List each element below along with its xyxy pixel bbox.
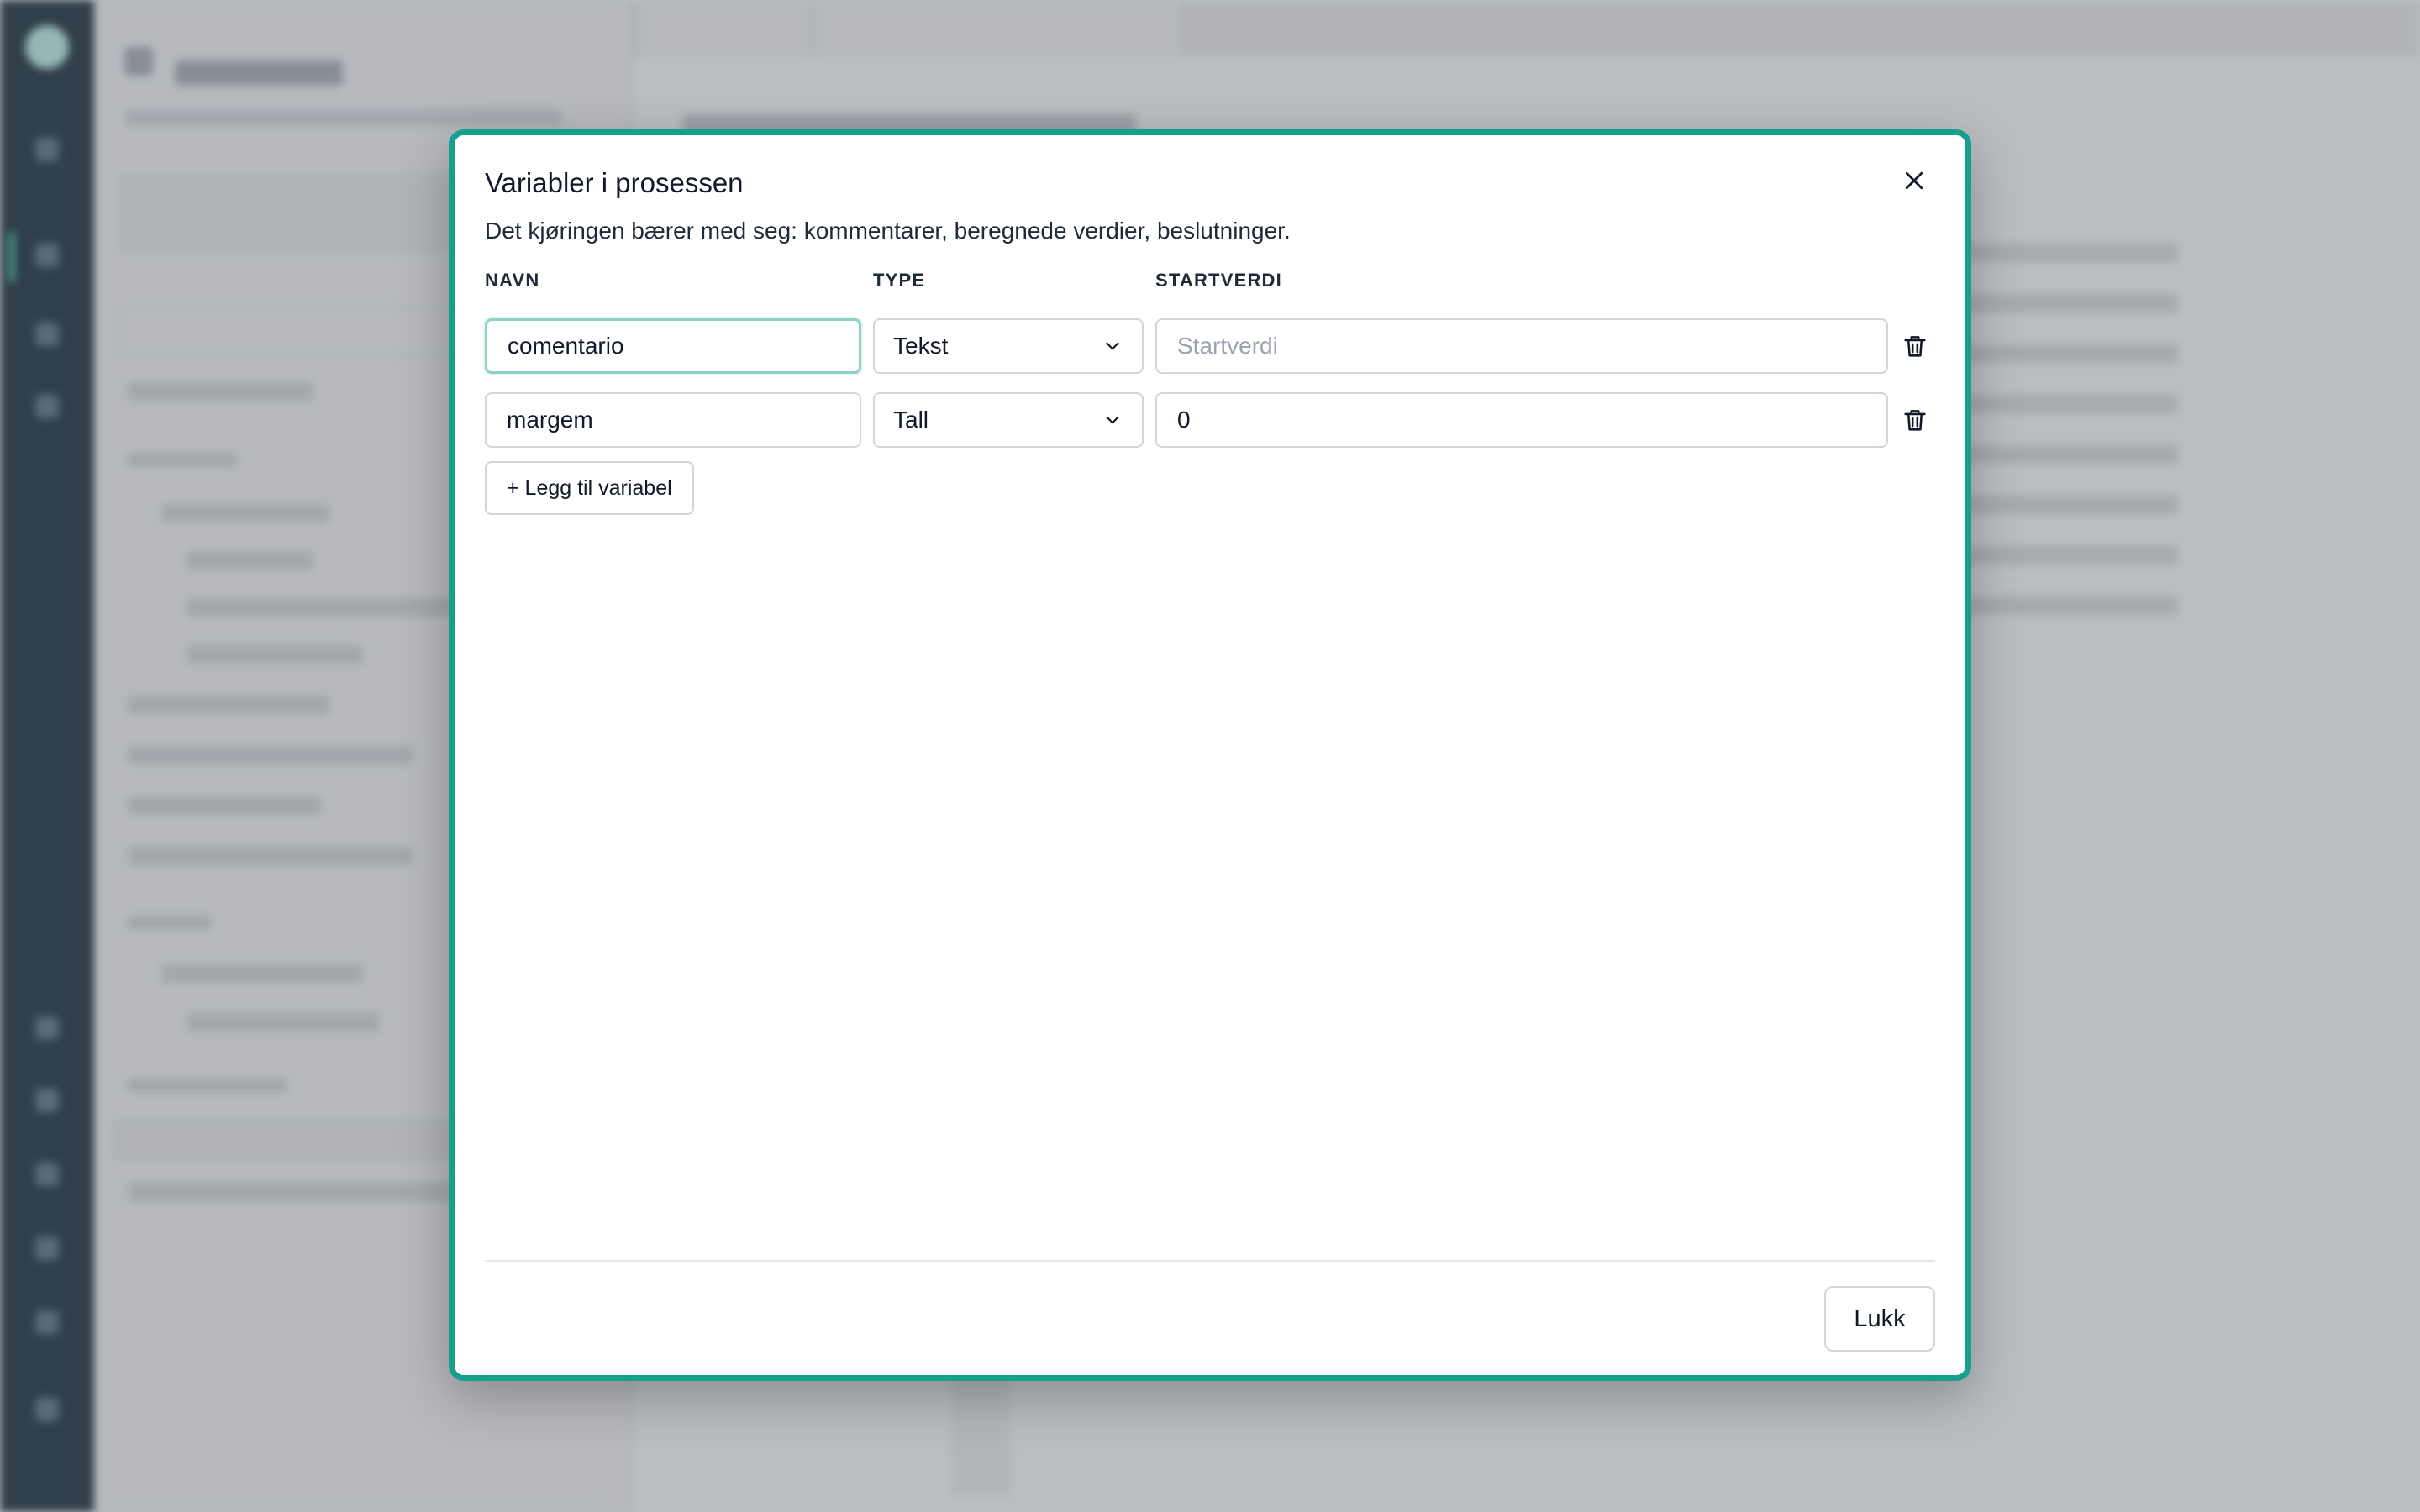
chevron-down-icon	[1106, 416, 1119, 424]
dialog-description: Det kjøringen bærer med seg: kommentarer…	[485, 218, 1291, 244]
column-header-type: TYPE	[873, 270, 926, 291]
x-icon	[1905, 171, 1923, 189]
variable-name-input[interactable]	[485, 318, 861, 374]
variable-type-select[interactable]: Tekst	[873, 318, 1144, 374]
dialog-title: Variabler i prosessen	[485, 167, 744, 198]
chevron-down-icon	[1106, 342, 1119, 350]
trash-icon	[1904, 336, 1926, 357]
close-button[interactable]: Lukk	[1824, 1286, 1935, 1352]
variable-type-value: Tekst	[893, 333, 949, 359]
variable-type-value: Tall	[893, 407, 929, 433]
delete-variable-button[interactable]	[1897, 328, 1933, 365]
variables-dialog: Variabler i prosessen Det kjøringen bære…	[449, 129, 1971, 1381]
column-header-name: NAVN	[485, 270, 540, 291]
add-variable-button[interactable]: + Legg til variabel	[485, 461, 694, 515]
variable-name-input[interactable]	[485, 392, 861, 448]
variable-start-value-input[interactable]	[1155, 318, 1888, 374]
column-header-start: STARTVERDI	[1155, 270, 1282, 291]
close-icon-button[interactable]	[1893, 160, 1935, 202]
variable-type-select[interactable]: Tall	[873, 392, 1144, 448]
variable-start-value-input[interactable]	[1155, 392, 1888, 448]
delete-variable-button[interactable]	[1897, 402, 1933, 438]
footer-divider	[485, 1260, 1935, 1262]
trash-icon	[1904, 410, 1926, 431]
